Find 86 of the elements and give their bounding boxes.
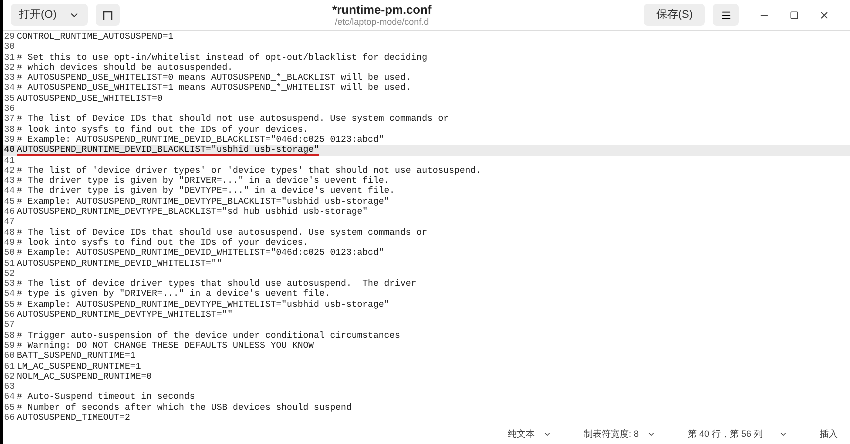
line-number: 30 [3, 42, 16, 53]
code-line: BATT_SUSPEND_RUNTIME=1 [17, 351, 136, 362]
code-line: AUTOSUSPEND_RUNTIME_DEVTYPE_BLACKLIST="sd hub usbhid usb-storage" [17, 207, 368, 218]
line-number: 61 [3, 362, 16, 372]
line-number: 56 [3, 310, 16, 320]
line-number: 31 [3, 52, 16, 63]
tab-width-dropdown[interactable]: 制表符宽度: 8 [584, 428, 656, 442]
line-number: 54 [3, 289, 16, 300]
line-number: 45 [3, 196, 16, 208]
insert-mode-button[interactable]: 插入 [820, 428, 838, 442]
code-line: # Trigger auto-suspension of the device under conditional circumstances [17, 330, 400, 341]
language-dropdown[interactable]: 纯文本 [508, 428, 552, 442]
code-line: AUTOSUSPEND_TIMEOUT=2 [17, 412, 130, 424]
code-line: # look into sysfs to find out the IDs of your devices. [17, 124, 309, 135]
maximize-icon[interactable] [790, 10, 799, 20]
line-number: 35 [3, 94, 16, 104]
code-line: # Set this to use opt-in/whitelist instead of opt-out/blacklist for deciding [17, 52, 428, 63]
code-line: # Example: AUTOSUSPEND_RUNTIME_DEVTYPE_WHITELIST="usbhid usb-storage" [17, 300, 390, 310]
line-number: 41 [3, 156, 16, 166]
line-number: 65 [3, 402, 16, 413]
code-line: # Example: AUTOSUSPEND_RUNTIME_DEVTYPE_BLACKLIST="usbhid usb-storage" [17, 196, 390, 208]
line-number: 55 [3, 300, 16, 310]
window-title: *runtime-pm.conf [332, 2, 432, 16]
code-line: AUTOSUSPEND_USE_WHITELIST=0 [17, 94, 163, 104]
open-button[interactable]: 打开(O) [11, 4, 88, 26]
line-number: 60 [3, 351, 16, 362]
menu-button[interactable] [713, 4, 739, 26]
new-tab-button[interactable] [96, 4, 120, 26]
menu-icon [720, 10, 732, 20]
line-number: 38 [3, 124, 16, 135]
code-line: # Number of seconds after which the USB devices should suspend [17, 402, 352, 413]
caret-icon [646, 430, 656, 439]
line-number: 49 [3, 238, 16, 248]
code-line: AUTOSUSPEND_RUNTIME_DEVID_WHITELIST="" [17, 258, 222, 269]
code-line: # The list of Device IDs that should not use autosuspend. Use system commands or [17, 114, 450, 125]
line-number: 63 [3, 382, 16, 392]
code-line: # AUTOSUSPEND_USE_WHITELIST=0 means AUTOSUSPEND_*_BLACKLIST will be used. [17, 73, 412, 84]
line-number: 52 [3, 268, 16, 280]
line-number: 32 [3, 62, 16, 74]
code-line: NOLM_AC_SUSPEND_RUNTIME=0 [17, 372, 152, 382]
line-number: 37 [3, 114, 16, 125]
code-line: LM_AC_SUSPEND_RUNTIME=1 [17, 362, 142, 372]
code-line: # The list of device driver types that should use autosuspend. The driver [17, 279, 417, 290]
code-line: AUTOSUSPEND_RUNTIME_DEVTYPE_WHITELIST="" [17, 310, 234, 320]
caret-icon [779, 430, 788, 439]
tab-icon [102, 10, 113, 20]
line-number: 48 [3, 228, 16, 238]
line-number: 64 [3, 392, 16, 403]
line-number: 44 [3, 186, 16, 197]
code-line: # The list of 'device driver types' or 'device types' that should not use autosuspend. [17, 166, 482, 176]
code-line: # The list of Device IDs that should use autosuspend. Use system commands or [17, 228, 428, 238]
code-line: # Auto-Suspend timeout in seconds [17, 392, 196, 403]
line-number: 51 [3, 258, 16, 269]
line-number: 36 [3, 104, 16, 114]
line-number: 29 [3, 32, 16, 42]
code-line: # AUTOSUSPEND_USE_WHITELIST=1 means AUTOSUSPEND_*_WHITELIST will be used. [17, 83, 412, 94]
line-number: 34 [3, 83, 16, 94]
line-number: 43 [3, 176, 16, 186]
code-line: # Example: AUTOSUSPEND_RUNTIME_DEVID_WHITELIST="046d:c025 0123:abcd" [17, 248, 384, 259]
line-number: 46 [3, 207, 16, 218]
close-icon[interactable] [819, 10, 830, 20]
line-number: 57 [3, 320, 16, 331]
code-line: # look into sysfs to find out the IDs of your devices. [17, 238, 309, 248]
code-line: # The driver type is given by "DRIVER=..." in a device's uevent file. [17, 176, 390, 186]
file-path: /etc/laptop-mode/conf.d [335, 16, 430, 28]
line-number: 42 [3, 166, 16, 176]
code-line: # Example: AUTOSUSPEND_RUNTIME_DEVID_BLACKLIST="046d:c025 0123:abcd" [17, 134, 384, 146]
code-line: # Warning: DO NOT CHANGE THESE DEFAULTS UNLESS YOU KNOW [17, 340, 314, 352]
line-number: 33 [3, 73, 16, 84]
code-line: AUTOSUSPEND_RUNTIME_DEVID_BLACKLIST="usbhid usb-storage" [17, 145, 320, 156]
line-number: 53 [3, 279, 16, 290]
line-number: 39 [3, 134, 16, 146]
code-line: # type is given by "DRIVER=..." in a device's uevent file. [17, 289, 330, 300]
cursor-position-dropdown[interactable]: 第 40 行，第 56 列 [688, 428, 788, 442]
line-number: 66 [3, 412, 16, 424]
code-line: # which devices should be autosuspended. [17, 62, 234, 74]
caret-icon [542, 430, 552, 439]
code-line: # The driver type is given by "DEVTYPE=..." in a device's uevent file. [17, 186, 396, 197]
line-number: 58 [3, 330, 16, 341]
line-number: 59 [3, 340, 16, 352]
save-button[interactable]: 保存(S) [644, 4, 705, 26]
line-number: 47 [3, 217, 16, 228]
line-number: 50 [3, 248, 16, 259]
code-line: CONTROL_RUNTIME_AUTOSUSPEND=1 [17, 32, 174, 42]
line-number: 62 [3, 372, 16, 382]
line-number: 40 [3, 145, 16, 156]
